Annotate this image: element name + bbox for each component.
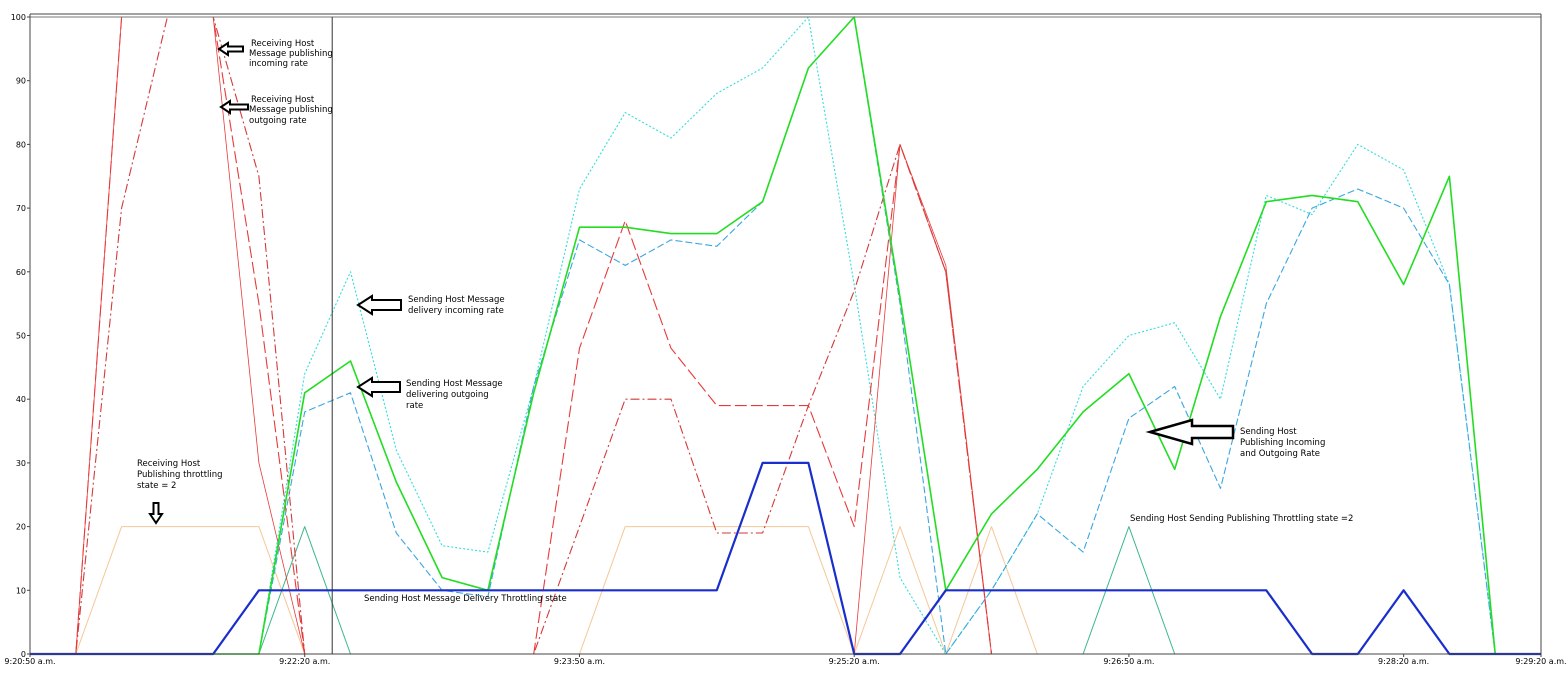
x-tick-label: 9:20:50 a.m. bbox=[4, 657, 55, 666]
x-tick-label: 9:28:20 a.m. bbox=[1378, 657, 1429, 666]
line-chart: 0102030405060708090100 9:20:50 a.m. 9:22:… bbox=[0, 0, 1566, 681]
x-tick-label: 9:22:20 a.m. bbox=[279, 657, 330, 666]
y-tick-label: 70 bbox=[16, 204, 26, 213]
x-tick-label: 9:25:20 a.m. bbox=[829, 657, 880, 666]
y-tick-label: 60 bbox=[16, 268, 26, 277]
y-tick-label: 20 bbox=[16, 523, 26, 532]
y-tick-label: 90 bbox=[16, 77, 26, 86]
x-tick-label: 9:29:20 a.m. bbox=[1515, 657, 1566, 666]
y-tick-label: 100 bbox=[11, 13, 26, 22]
x-tick-label: 9:23:50 a.m. bbox=[554, 657, 605, 666]
annotation-send-delivery-throttling: Sending Host Message Delivery Throttling… bbox=[364, 594, 567, 604]
x-tick-label: 9:26:50 a.m. bbox=[1103, 657, 1154, 666]
y-tick-label: 10 bbox=[16, 586, 26, 595]
annotation-send-publishing-throttling: Sending Host Sending Publishing Throttli… bbox=[1130, 514, 1353, 524]
y-tick-label: 50 bbox=[16, 332, 26, 341]
y-tick-label: 30 bbox=[16, 459, 26, 468]
y-tick-label: 40 bbox=[16, 395, 26, 404]
chart-background bbox=[0, 0, 1566, 681]
annotation-send-delivery-incoming: Sending Host Message delivery incoming r… bbox=[408, 295, 507, 316]
y-tick-label: 80 bbox=[16, 140, 26, 149]
